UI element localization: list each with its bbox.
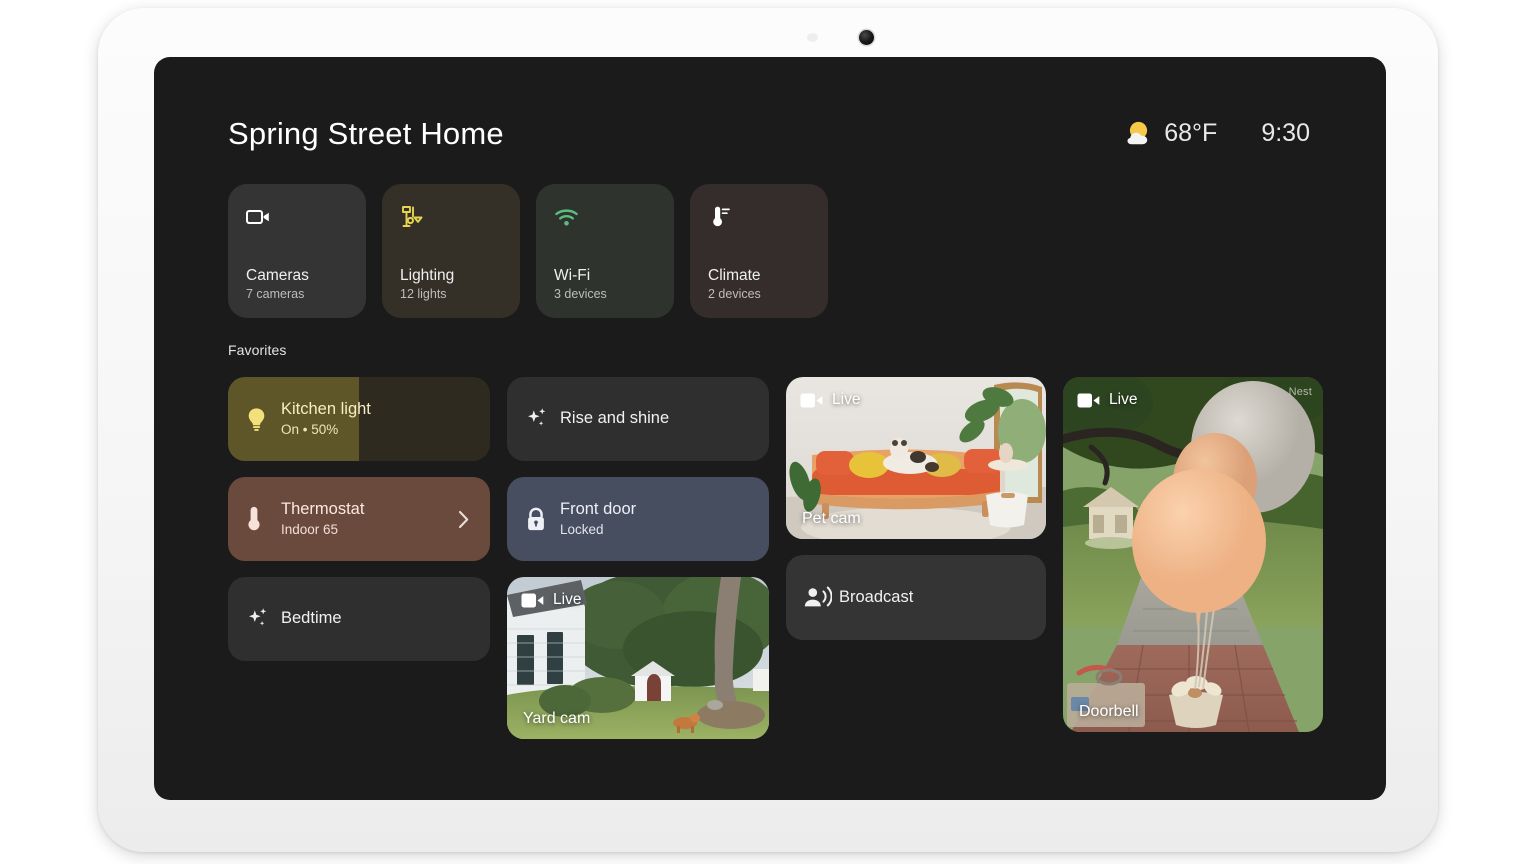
live-label: Live: [553, 591, 582, 608]
camera-tile-doorbell[interactable]: Live Nest Doorbell: [1063, 377, 1323, 732]
quick-tile-subtitle: 2 devices: [708, 287, 761, 302]
lamp-icon: [400, 204, 504, 230]
clock-time: 9:30: [1261, 118, 1310, 147]
quick-tile-subtitle: 3 devices: [554, 287, 607, 302]
front-camera-lens: [859, 30, 874, 45]
favorite-tile-bedtime[interactable]: Bedtime: [228, 577, 490, 661]
camera-tile-pet-cam[interactable]: Live Pet cam: [786, 377, 1046, 539]
favorite-tile-rise-and-shine[interactable]: Rise and shine: [507, 377, 769, 461]
lightbulb-icon: [246, 407, 274, 432]
favorites-column-middle: Rise and shine Front door Locked Live Ya…: [507, 377, 769, 739]
video-camera-filled-icon: [800, 392, 823, 409]
favorites-grid: Kitchen light On • 50% Thermostat Indoor…: [228, 377, 1326, 739]
quick-tile-subtitle: 7 cameras: [246, 287, 305, 302]
quick-tile-title: Wi-Fi: [554, 267, 591, 285]
quick-tile-subtitle: 12 lights: [400, 287, 447, 302]
doorbell-live-feed: [1063, 377, 1323, 732]
live-badge: Live: [521, 591, 581, 609]
quick-tile-title: Climate: [708, 267, 761, 285]
quick-access-row: Cameras 7 cameras Lighting 12 lights Wi-…: [228, 184, 1326, 318]
video-camera-filled-icon: [521, 592, 544, 609]
live-badge: Live: [1077, 391, 1137, 409]
camera-name-label: Doorbell: [1079, 703, 1139, 720]
page-title: Spring Street Home: [228, 115, 504, 151]
favorite-tile-front-door[interactable]: Front door Locked: [507, 477, 769, 561]
temperature-reading: 68°F: [1164, 118, 1218, 147]
live-label: Live: [832, 391, 861, 408]
quick-tile-wifi[interactable]: Wi-Fi 3 devices: [536, 184, 674, 318]
favorites-column-left: Kitchen light On • 50% Thermostat Indoor…: [228, 377, 490, 661]
thermometer-icon: [708, 204, 812, 230]
favorite-tile-title: Bedtime: [281, 609, 342, 628]
favorite-tile-title: Rise and shine: [560, 409, 670, 428]
lock-closed-icon: [525, 507, 553, 532]
favorite-tile-thermostat[interactable]: Thermostat Indoor 65: [228, 477, 490, 561]
camera-name-label: Pet cam: [802, 510, 861, 527]
camera-name-label: Yard cam: [523, 710, 591, 727]
broadcast-person-icon: [804, 586, 832, 610]
video-camera-icon: [246, 204, 350, 230]
favorite-tile-title: Front door: [560, 500, 637, 519]
favorites-section-label: Favorites: [228, 342, 287, 358]
favorites-column-doorbell: Live Nest Doorbell: [1063, 377, 1323, 732]
status-cluster: 68°F 9:30: [1124, 119, 1326, 148]
camera-tile-yard-cam[interactable]: Live Yard cam: [507, 577, 769, 739]
quick-tile-climate[interactable]: Climate 2 devices: [690, 184, 828, 318]
quick-tile-cameras[interactable]: Cameras 7 cameras: [228, 184, 366, 318]
favorite-tile-subtitle: On • 50%: [281, 421, 339, 437]
quick-tile-lighting[interactable]: Lighting 12 lights: [382, 184, 520, 318]
favorite-tile-title: Kitchen light: [281, 400, 371, 419]
favorite-tile-title: Broadcast: [839, 587, 914, 606]
quick-tile-title: Cameras: [246, 267, 309, 285]
favorite-tile-kitchen-light[interactable]: Kitchen light On • 50%: [228, 377, 490, 461]
nest-watermark: Nest: [1288, 386, 1312, 398]
favorites-column-cameras: Live Pet cam Broadcast: [786, 377, 1046, 640]
video-camera-filled-icon: [1077, 392, 1100, 409]
live-badge: Live: [800, 391, 860, 409]
wifi-icon: [554, 204, 658, 230]
weather-widget[interactable]: 68°F: [1124, 119, 1217, 148]
sparkle-icon: [246, 606, 274, 632]
live-label: Live: [1109, 391, 1138, 408]
favorite-tile-subtitle: Locked: [560, 521, 604, 537]
sparkle-icon: [525, 406, 553, 432]
ambient-light-sensor: [807, 33, 818, 42]
sun-behind-cloud-icon: [1124, 120, 1153, 146]
favorite-tile-subtitle: Indoor 65: [281, 521, 339, 537]
chevron-right-icon[interactable]: [458, 510, 474, 529]
thermometer-icon: [246, 506, 274, 532]
favorite-tile-title: Thermostat: [281, 500, 365, 519]
header-bar: Spring Street Home 68°F 9:30: [228, 109, 1326, 157]
favorite-tile-broadcast[interactable]: Broadcast: [786, 555, 1046, 640]
quick-tile-title: Lighting: [400, 267, 455, 285]
display-screen: Spring Street Home 68°F 9:30 Cameras 7 c…: [154, 57, 1386, 800]
